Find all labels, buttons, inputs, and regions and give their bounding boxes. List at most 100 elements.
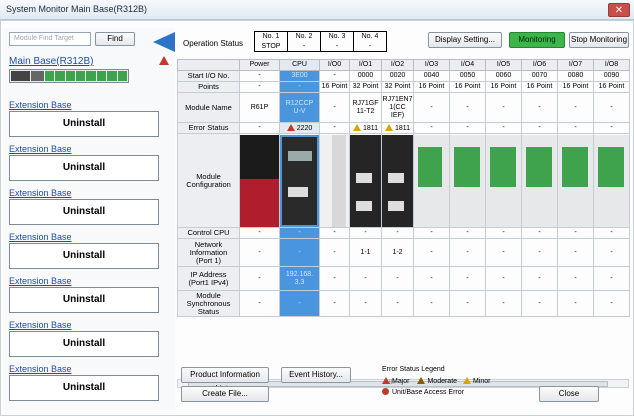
extension-base-status[interactable]: Uninstall bbox=[9, 375, 159, 401]
grid-cell[interactable]: 16 Point bbox=[449, 81, 486, 93]
grid-cell[interactable]: 1811 bbox=[349, 122, 382, 134]
grid-cell[interactable]: - bbox=[593, 227, 630, 239]
extension-base-link[interactable]: Extension Base bbox=[9, 100, 171, 111]
grid-cell[interactable]: - bbox=[485, 290, 522, 317]
grid-cell[interactable]: 0090 bbox=[593, 70, 630, 82]
display-setting-button[interactable]: Display Setting... bbox=[428, 32, 502, 48]
io4-module-image[interactable] bbox=[449, 133, 486, 228]
grid-cell[interactable]: - bbox=[279, 290, 320, 317]
grid-cell[interactable]: 0020 bbox=[381, 70, 414, 82]
grid-cell[interactable]: 2220 bbox=[279, 122, 320, 134]
grid-cell[interactable]: - bbox=[381, 227, 414, 239]
grid-cell[interactable]: 1-1 bbox=[349, 238, 382, 267]
grid-cell[interactable]: 16 Point bbox=[485, 81, 522, 93]
grid-cell[interactable]: - bbox=[239, 81, 280, 93]
module-find-input[interactable]: Module Find Target bbox=[9, 32, 91, 46]
extension-base-link[interactable]: Extension Base bbox=[9, 276, 171, 287]
grid-cell[interactable]: - bbox=[239, 227, 280, 239]
grid-cell[interactable]: - bbox=[521, 238, 558, 267]
grid-cell[interactable]: - bbox=[279, 227, 320, 239]
grid-cell[interactable]: - bbox=[485, 266, 522, 291]
grid-cell[interactable]: 16 Point bbox=[521, 81, 558, 93]
grid-cell[interactable]: - bbox=[593, 290, 630, 317]
main-base-link[interactable]: Main Base(R312B) bbox=[9, 56, 171, 67]
grid-cell[interactable]: - bbox=[319, 70, 350, 82]
grid-cell[interactable]: - bbox=[319, 290, 350, 317]
grid-cell[interactable]: - bbox=[593, 238, 630, 267]
grid-cell[interactable]: 0040 bbox=[413, 70, 450, 82]
grid-cell[interactable]: - bbox=[279, 81, 320, 93]
grid-cell[interactable]: - bbox=[557, 227, 594, 239]
grid-cell[interactable]: - bbox=[239, 70, 280, 82]
grid-cell[interactable]: - bbox=[349, 290, 382, 317]
grid-cell[interactable]: - bbox=[521, 266, 558, 291]
extension-base-link[interactable]: Extension Base bbox=[9, 144, 171, 155]
grid-cell[interactable]: - bbox=[239, 290, 280, 317]
extension-base-status[interactable]: Uninstall bbox=[9, 287, 159, 313]
grid-cell[interactable]: 16 Point bbox=[557, 81, 594, 93]
grid-cell[interactable]: - bbox=[319, 227, 350, 239]
grid-cell[interactable]: - bbox=[239, 238, 280, 267]
find-button[interactable]: Find bbox=[95, 32, 135, 46]
io5-module-image[interactable] bbox=[485, 133, 522, 228]
grid-cell[interactable]: - bbox=[413, 238, 450, 267]
grid-cell[interactable]: - bbox=[413, 227, 450, 239]
io6-module-image[interactable] bbox=[521, 133, 558, 228]
grid-cell[interactable]: 0060 bbox=[485, 70, 522, 82]
grid-cell[interactable]: - bbox=[239, 122, 280, 134]
grid-cell[interactable]: - bbox=[239, 266, 280, 291]
grid-cell[interactable]: - bbox=[381, 266, 414, 291]
grid-cell[interactable]: 16 Point bbox=[593, 81, 630, 93]
grid-cell[interactable]: 32 Point bbox=[349, 81, 382, 93]
extension-base-status[interactable]: Uninstall bbox=[9, 243, 159, 269]
grid-cell[interactable]: 16 Point bbox=[413, 81, 450, 93]
grid-cell[interactable]: - bbox=[485, 238, 522, 267]
grid-cell[interactable]: - bbox=[449, 290, 486, 317]
grid-cell[interactable]: R12CCP U-V bbox=[279, 92, 320, 123]
grid-cell[interactable]: R61P bbox=[239, 92, 280, 123]
grid-cell[interactable]: - bbox=[557, 238, 594, 267]
extension-base-status[interactable]: Uninstall bbox=[9, 111, 159, 137]
grid-cell[interactable]: 1811 bbox=[381, 122, 414, 134]
grid-cell[interactable]: - bbox=[349, 227, 382, 239]
grid-cell[interactable]: 0000 bbox=[349, 70, 382, 82]
grid-cell[interactable]: - bbox=[449, 266, 486, 291]
grid-cell[interactable]: - bbox=[449, 238, 486, 267]
stop-monitoring-button[interactable]: Stop Monitoring bbox=[569, 32, 629, 48]
grid-cell[interactable]: - bbox=[413, 92, 450, 123]
grid-cell[interactable]: 1-2 bbox=[381, 238, 414, 267]
io0-module-image[interactable] bbox=[319, 133, 350, 228]
extension-base-link[interactable]: Extension Base bbox=[9, 320, 171, 331]
grid-cell[interactable]: - bbox=[521, 122, 558, 134]
grid-cell[interactable]: - bbox=[485, 122, 522, 134]
io2-module-image[interactable] bbox=[381, 133, 414, 228]
grid-cell[interactable]: - bbox=[349, 266, 382, 291]
extension-base-status[interactable]: Uninstall bbox=[9, 199, 159, 225]
grid-cell[interactable]: RJ71GF 11-T2 bbox=[349, 92, 382, 123]
grid-cell[interactable]: - bbox=[449, 92, 486, 123]
grid-cell[interactable]: 16 Point bbox=[319, 81, 350, 93]
monitoring-button[interactable]: Monitoring bbox=[509, 32, 565, 48]
grid-cell[interactable]: - bbox=[381, 290, 414, 317]
grid-cell[interactable]: 3E00 bbox=[279, 70, 320, 82]
grid-cell[interactable]: - bbox=[521, 92, 558, 123]
grid-cell[interactable]: - bbox=[319, 92, 350, 123]
extension-base-status[interactable]: Uninstall bbox=[9, 155, 159, 181]
grid-cell[interactable]: 0070 bbox=[521, 70, 558, 82]
grid-cell[interactable]: - bbox=[413, 122, 450, 134]
grid-cell[interactable]: - bbox=[319, 238, 350, 267]
grid-cell[interactable]: 192.168. 3.3 bbox=[279, 266, 320, 291]
grid-cell[interactable]: - bbox=[449, 122, 486, 134]
cpu-module-image[interactable] bbox=[279, 133, 320, 228]
grid-cell[interactable]: - bbox=[557, 290, 594, 317]
io8-module-image[interactable] bbox=[593, 133, 630, 228]
grid-cell[interactable]: - bbox=[319, 122, 350, 134]
grid-cell[interactable]: - bbox=[521, 227, 558, 239]
grid-cell[interactable]: - bbox=[485, 227, 522, 239]
grid-cell[interactable]: - bbox=[593, 266, 630, 291]
event-history-button[interactable]: Event History... bbox=[281, 367, 351, 383]
grid-cell[interactable]: - bbox=[593, 122, 630, 134]
grid-cell[interactable]: - bbox=[557, 122, 594, 134]
grid-cell[interactable]: - bbox=[279, 238, 320, 267]
io1-module-image[interactable] bbox=[349, 133, 382, 228]
